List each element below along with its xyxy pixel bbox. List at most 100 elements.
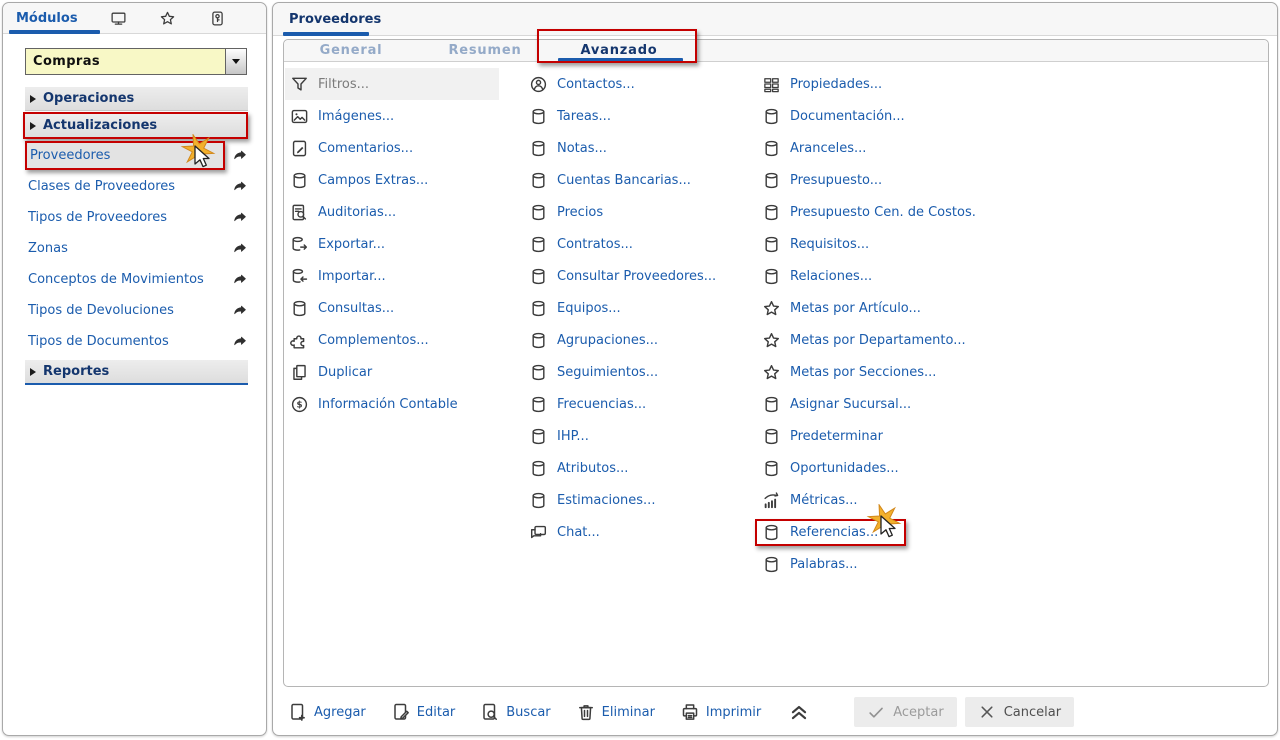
sidebar-item-conceptos-de-movimientos[interactable]: Conceptos de Movimientos xyxy=(25,267,248,292)
key-icon[interactable] xyxy=(209,10,226,27)
database-icon xyxy=(529,427,548,446)
x-icon xyxy=(978,703,996,721)
menu-item-notas[interactable]: Notas... xyxy=(529,132,757,164)
menu-item-metricas[interactable]: Métricas... xyxy=(762,484,1062,516)
tab-resumen[interactable]: Resumen xyxy=(418,40,552,61)
sidebar-section-actualizaciones[interactable]: Actualizaciones xyxy=(23,112,248,139)
image-icon xyxy=(290,107,309,126)
label: Duplicar xyxy=(318,364,373,380)
label: Imprimir xyxy=(705,704,762,720)
agregar-button[interactable]: Agregar xyxy=(288,702,366,722)
menu-item-duplicar[interactable]: Duplicar xyxy=(290,356,522,388)
clipboard-pencil-icon xyxy=(290,139,309,158)
menu-item-auditorias[interactable]: Auditorias... xyxy=(290,196,522,228)
menu-item-chat[interactable]: Chat... xyxy=(529,516,757,548)
menu-item-requisitos[interactable]: Requisitos... xyxy=(762,228,1062,260)
label: Frecuencias... xyxy=(557,396,647,412)
menu-item-consultas[interactable]: Consultas... xyxy=(290,292,522,324)
star-icon[interactable] xyxy=(159,10,176,27)
contact-icon xyxy=(529,75,548,94)
label: Atributos... xyxy=(557,460,629,476)
menu-item-presupuesto[interactable]: Presupuesto... xyxy=(762,164,1062,196)
menu-item-precios[interactable]: Precios xyxy=(529,196,757,228)
star-outline-icon xyxy=(762,331,781,350)
menu-item-referencias[interactable]: Referencias... xyxy=(755,516,1062,548)
menu-item-atributos[interactable]: Atributos... xyxy=(529,452,757,484)
sidebar-item-link[interactable]: Proveedores xyxy=(25,141,225,170)
chevrons-up-icon xyxy=(788,701,810,723)
sidebar-item-tipos-de-proveedores[interactable]: Tipos de Proveedores xyxy=(25,205,248,230)
menu-item-equipos[interactable]: Equipos... xyxy=(529,292,757,324)
sidebar-item-link[interactable]: Zonas xyxy=(25,236,225,261)
module-selector[interactable]: Compras xyxy=(25,48,247,75)
menu-item-campos-extras[interactable]: Campos Extras... xyxy=(290,164,522,196)
sidebar-item-link[interactable]: Conceptos de Movimientos xyxy=(25,267,225,292)
eliminar-button[interactable]: Eliminar xyxy=(576,702,655,722)
menu-item-tareas[interactable]: Tareas... xyxy=(529,100,757,132)
sidebar-item-link[interactable]: Clases de Proveedores xyxy=(25,174,225,199)
menu-item-agrupaciones[interactable]: Agrupaciones... xyxy=(529,324,757,356)
monitor-icon[interactable] xyxy=(110,10,127,27)
tab-modulos[interactable]: Módulos xyxy=(3,11,78,26)
menu-item-documentacion[interactable]: Documentación... xyxy=(762,100,1062,132)
buscar-button[interactable]: Buscar xyxy=(480,702,551,722)
menu-item-metas-por-articulo[interactable]: Metas por Artículo... xyxy=(762,292,1062,324)
label: Notas... xyxy=(557,140,607,156)
menu-item-exportar[interactable]: Exportar... xyxy=(290,228,522,260)
menu-item-palabras[interactable]: Palabras... xyxy=(762,548,1062,580)
menu-item-complementos[interactable]: Complementos... xyxy=(290,324,522,356)
menu-item-aranceles[interactable]: Aranceles... xyxy=(762,132,1062,164)
label: Agregar xyxy=(314,704,366,720)
sidebar-item-tipos-de-devoluciones[interactable]: Tipos de Devoluciones xyxy=(25,298,248,323)
menu-item-metas-por-secciones[interactable]: Metas por Secciones... xyxy=(762,356,1062,388)
menu-item-seguimientos[interactable]: Seguimientos... xyxy=(529,356,757,388)
menu-item-comentarios[interactable]: Comentarios... xyxy=(290,132,522,164)
aceptar-button[interactable]: Aceptar xyxy=(854,697,957,727)
sidebar-item-link[interactable]: Tipos de Proveedores xyxy=(25,205,225,230)
menu-item-frecuencias[interactable]: Frecuencias... xyxy=(529,388,757,420)
imprimir-button[interactable]: Imprimir xyxy=(680,702,761,722)
menu-item-ihp[interactable]: IHP... xyxy=(529,420,757,452)
label: Consultas... xyxy=(318,300,395,316)
main-header: Proveedores xyxy=(273,3,1277,36)
audit-icon xyxy=(290,203,309,222)
label: Estimaciones... xyxy=(557,492,656,508)
label: Equipos... xyxy=(557,300,621,316)
menu-item-contactos[interactable]: Contactos... xyxy=(529,68,757,100)
menu-item-consultar-proveedores[interactable]: Consultar Proveedores... xyxy=(529,260,757,292)
menu-item-contratos[interactable]: Contratos... xyxy=(529,228,757,260)
menu-item-relaciones[interactable]: Relaciones... xyxy=(762,260,1062,292)
menu-item-metas-por-departamento[interactable]: Metas por Departamento... xyxy=(762,324,1062,356)
module-selector-dropdown-button[interactable] xyxy=(225,49,246,74)
sidebar-item-clases-de-proveedores[interactable]: Clases de Proveedores xyxy=(25,174,248,199)
tab-avanzado[interactable]: Avanzado xyxy=(552,40,686,62)
menu-item-importar[interactable]: Importar... xyxy=(290,260,522,292)
label: Actualizaciones xyxy=(43,118,158,133)
sidebar-item-proveedores[interactable]: Proveedores xyxy=(25,141,248,170)
sidebar-item-zonas[interactable]: Zonas xyxy=(25,236,248,261)
menu-item-estimaciones[interactable]: Estimaciones... xyxy=(529,484,757,516)
sidebar-section-operaciones[interactable]: Operaciones xyxy=(25,87,248,111)
active-tab-underline xyxy=(558,58,683,62)
menu-item-presupuesto-cen-de-costos[interactable]: Presupuesto Cen. de Costos. xyxy=(762,196,1062,228)
collapse-toolbar-button[interactable] xyxy=(788,701,810,723)
database-icon xyxy=(762,427,781,446)
label: Metas por Artículo... xyxy=(790,300,921,316)
sidebar-header: Módulos xyxy=(3,3,266,34)
editar-button[interactable]: Editar xyxy=(391,702,455,722)
menu-item-informacion-contable[interactable]: $ Información Contable xyxy=(290,388,522,420)
cancelar-button[interactable]: Cancelar xyxy=(964,697,1075,727)
menu-item-predeterminar[interactable]: Predeterminar xyxy=(762,420,1062,452)
database-icon xyxy=(762,139,781,158)
menu-item-asignar-sucursal[interactable]: Asignar Sucursal... xyxy=(762,388,1062,420)
menu-item-propiedades[interactable]: Propiedades... xyxy=(762,68,1062,100)
sidebar-section-reportes[interactable]: Reportes xyxy=(25,360,248,385)
tab-general[interactable]: General xyxy=(284,40,418,61)
sidebar-item-link[interactable]: Tipos de Documentos xyxy=(25,329,225,354)
menu-item-imagenes[interactable]: Imágenes... xyxy=(290,100,522,132)
trash-icon xyxy=(576,702,596,722)
menu-item-oportunidades[interactable]: Oportunidades... xyxy=(762,452,1062,484)
menu-item-cuentas-bancarias[interactable]: Cuentas Bancarias... xyxy=(529,164,757,196)
sidebar-item-tipos-de-documentos[interactable]: Tipos de Documentos xyxy=(25,329,248,354)
sidebar-item-link[interactable]: Tipos de Devoluciones xyxy=(25,298,225,323)
